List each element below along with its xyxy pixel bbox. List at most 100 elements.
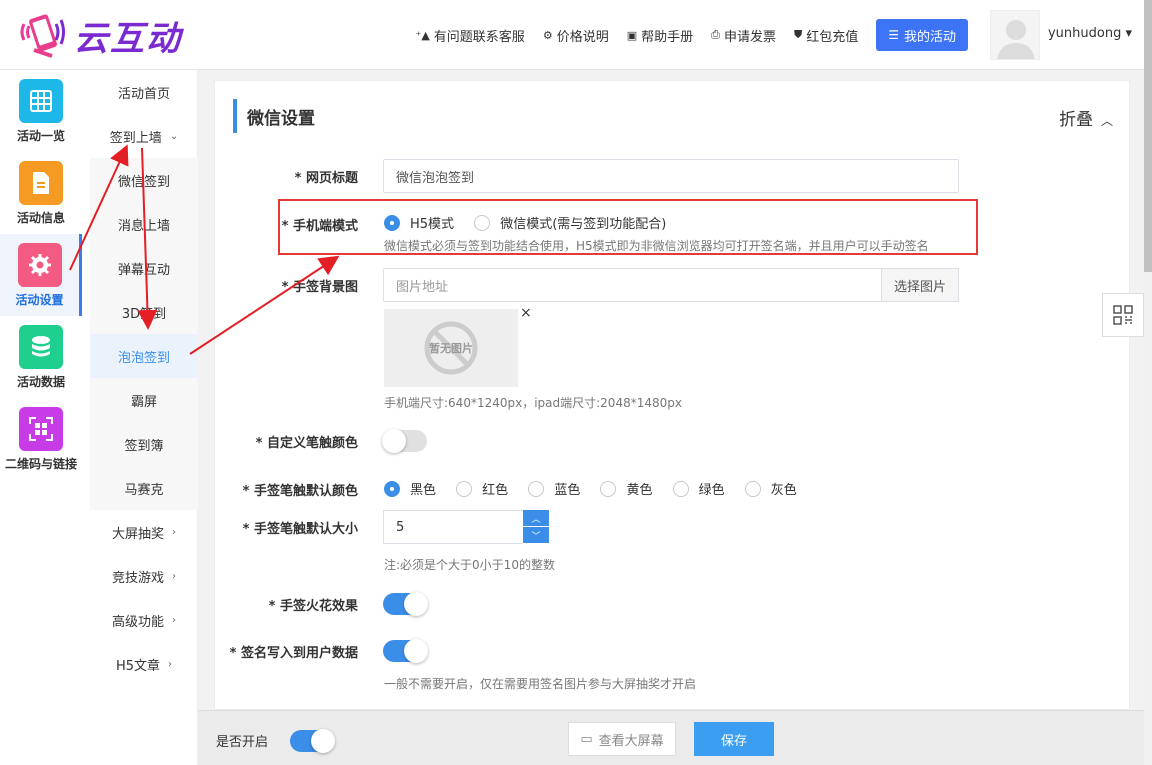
- add-user-icon: ⁺▲: [415, 28, 430, 42]
- submenu-label: 大屏抽奖: [111, 526, 164, 542]
- radio-label: 黑色: [410, 483, 437, 498]
- default-color-radios: 黑色 红色 蓝色 黄色 绿色 灰色: [384, 479, 813, 501]
- size-stepper[interactable]: 5 ︿ ﹀: [383, 510, 549, 544]
- submenu-h5-article[interactable]: H5文章 ›: [90, 642, 198, 686]
- panel-title: 微信设置: [233, 99, 315, 133]
- recharge-link[interactable]: ⛊ 红包充值: [794, 26, 858, 45]
- chevron-right-icon: ›: [168, 658, 173, 670]
- submenu-mosaic[interactable]: 马赛克: [90, 466, 198, 510]
- radio-label: 绿色: [698, 483, 725, 498]
- submenu-wechat-checkin[interactable]: 微信签到: [90, 158, 198, 202]
- collapse-button[interactable]: 折叠 ︿: [1059, 105, 1113, 130]
- radio-label: 红色: [482, 483, 509, 498]
- write-user-data-toggle[interactable]: [383, 639, 428, 663]
- radio-color-red[interactable]: 红色: [456, 479, 508, 498]
- floating-qrcode-button[interactable]: [1102, 293, 1144, 337]
- sidebar-label: 活动一览: [16, 129, 65, 143]
- submenu-label: 签到簿: [124, 438, 164, 454]
- submenu-label: 竞技游戏: [111, 570, 164, 586]
- custom-color-label: * 自定义笔触颜色: [255, 436, 358, 451]
- invoice-link[interactable]: ⎙ 申请发票: [711, 26, 776, 45]
- database-icon: [19, 325, 63, 369]
- background-image-label: * 手签背景图: [281, 280, 358, 295]
- top-nav: ⁺▲ 有问题联系客服 ⚙ 价格说明 ▣ 帮助手册 ⎙ 申请发票 ⛊ 红包充值 ☰ 我的活动: [398, 19, 968, 51]
- radio-dot: [384, 480, 400, 497]
- invoice-label: 申请发票: [723, 29, 776, 45]
- spark-effect-toggle[interactable]: [383, 592, 428, 616]
- sidebar-item-activity-info[interactable]: 活动信息: [0, 152, 82, 234]
- close-icon[interactable]: ×: [520, 305, 532, 321]
- sidebar-label: 二维码与链接: [4, 457, 77, 471]
- chevron-up-icon[interactable]: ︿: [523, 510, 549, 527]
- custom-color-toggle[interactable]: [382, 429, 427, 453]
- radio-color-yellow[interactable]: 黄色: [600, 479, 652, 498]
- secondary-sidebar: 活动首页 签到上墙 ⌄ 微信签到 消息上墙 弹幕互动 3D签到 泡泡签到 霸屏 签…: [82, 70, 198, 765]
- submenu-label: 签到上墙: [109, 130, 162, 146]
- radio-label: 蓝色: [554, 483, 581, 498]
- top-header: 云互动 ⁺▲ 有问题联系客服 ⚙ 价格说明 ▣ 帮助手册 ⎙ 申请发票 ⛊ 红包充值 ☰ 我…: [0, 0, 1144, 70]
- enable-label: 是否开启: [216, 735, 269, 750]
- my-activity-button[interactable]: ☰ 我的活动: [876, 19, 968, 51]
- primary-sidebar: 活动一览 活动信息 活动设置 活动数据 二维码与链接: [0, 70, 82, 765]
- submenu-label: 马赛克: [124, 482, 164, 498]
- radio-dot: [672, 480, 689, 497]
- sidebar-item-qrcode-link[interactable]: 二维码与链接: [0, 398, 82, 480]
- view-screen-label: 查看大屏幕: [598, 733, 664, 749]
- radio-color-green[interactable]: 绿色: [672, 479, 725, 498]
- radio-dot: [744, 480, 761, 497]
- submenu-checkin-wall[interactable]: 签到上墙 ⌄: [90, 114, 198, 158]
- submenu-checkin-book[interactable]: 签到簿: [90, 422, 198, 466]
- radio-color-gray[interactable]: 灰色: [744, 479, 797, 498]
- submenu-label: 霸屏: [130, 394, 157, 410]
- image-url-input[interactable]: 图片地址: [383, 268, 883, 302]
- pricing-link[interactable]: ⚙ 价格说明: [543, 26, 609, 45]
- username-dropdown[interactable]: yunhudong ▾: [1048, 26, 1132, 41]
- sidebar-item-activity-overview[interactable]: 活动一览: [0, 70, 82, 152]
- submenu-label: 活动首页: [117, 86, 170, 102]
- enable-toggle[interactable]: [290, 729, 335, 753]
- contact-support-link[interactable]: ⁺▲ 有问题联系客服: [416, 26, 525, 45]
- scrollbar-thumb[interactable]: [1144, 0, 1152, 272]
- radio-color-black[interactable]: 黑色: [384, 479, 436, 498]
- stepper-value: 5: [396, 519, 405, 535]
- submenu-bubble-checkin[interactable]: 泡泡签到: [90, 334, 198, 378]
- submenu-games[interactable]: 竞技游戏 ›: [90, 554, 198, 598]
- submenu-danmaku[interactable]: 弹幕互动: [90, 246, 198, 290]
- radio-dot: [600, 480, 617, 497]
- shield-icon: ⛊: [793, 28, 803, 41]
- radio-color-blue[interactable]: 蓝色: [528, 479, 580, 498]
- list-icon: ☰: [888, 28, 899, 42]
- sidebar-item-activity-data[interactable]: 活动数据: [0, 316, 82, 398]
- highlight-box: [278, 199, 978, 255]
- sidebar-item-activity-settings[interactable]: 活动设置: [0, 234, 82, 316]
- recharge-label: 红包充值: [806, 29, 859, 45]
- contact-support-label: 有问题联系客服: [433, 29, 525, 45]
- chevron-right-icon: ›: [172, 570, 176, 582]
- chevron-right-icon: ›: [172, 614, 176, 626]
- choose-image-button[interactable]: 选择图片: [881, 268, 959, 302]
- submenu-activity-home[interactable]: 活动首页: [90, 70, 198, 114]
- view-screen-button[interactable]: ▭ 查看大屏幕: [568, 722, 676, 756]
- sidebar-label: 活动信息: [16, 211, 65, 225]
- submenu-lottery[interactable]: 大屏抽奖 ›: [90, 510, 198, 554]
- sidebar-label: 活动数据: [16, 375, 65, 389]
- toggle-knob: [311, 729, 335, 753]
- default-size-label: * 手签笔触默认大小: [242, 522, 358, 537]
- logo[interactable]: 云互动: [18, 8, 182, 62]
- page-scrollbar[interactable]: [1144, 0, 1152, 765]
- no-image-placeholder: 暂无图片: [384, 309, 518, 387]
- submenu-message-wall[interactable]: 消息上墙: [90, 202, 198, 246]
- radio-label: 灰色: [770, 483, 797, 498]
- spark-effect-label: * 手签火花效果: [268, 599, 358, 614]
- submenu-dominate-screen[interactable]: 霸屏: [90, 378, 198, 422]
- avatar[interactable]: [990, 10, 1040, 60]
- save-button[interactable]: 保存: [694, 722, 774, 756]
- submenu-advanced[interactable]: 高级功能 ›: [90, 598, 198, 642]
- page-title-input[interactable]: 微信泡泡签到: [383, 159, 959, 193]
- help-manual-link[interactable]: ▣ 帮助手册: [627, 26, 693, 45]
- submenu-3d-checkin[interactable]: 3D签到: [90, 290, 198, 334]
- gear-icon: ⚙: [542, 28, 553, 42]
- logo-text: 云互动: [74, 18, 182, 59]
- no-image-icon: 暂无图片: [424, 321, 478, 375]
- chevron-down-icon[interactable]: ﹀: [523, 527, 549, 544]
